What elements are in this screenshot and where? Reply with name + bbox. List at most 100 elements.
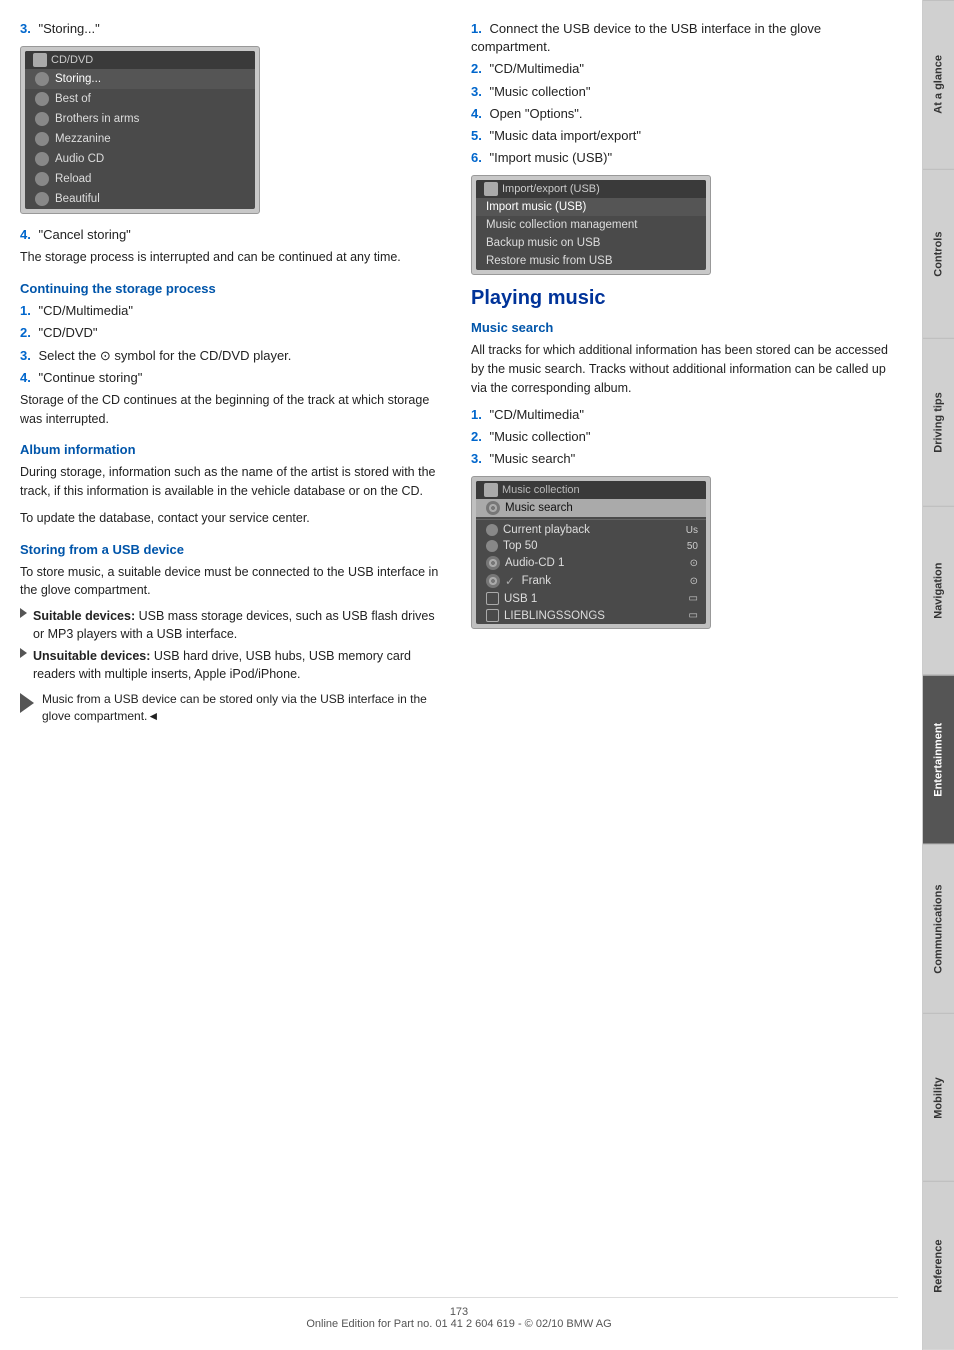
tab-label-reference: Reference xyxy=(933,1240,945,1293)
mc-title-bar: Music collection xyxy=(476,481,706,499)
step-3-text: "Storing..." xyxy=(38,21,99,36)
usb-step-4: 4. Open "Options". xyxy=(471,105,898,123)
usb-step-6-num: 6. xyxy=(471,150,482,165)
sidebar-tab-controls[interactable]: Controls xyxy=(923,169,954,338)
sidebar-tab-communications[interactable]: Communications xyxy=(923,844,954,1013)
storing-icon xyxy=(35,72,49,86)
usb-step-3-text: "Music collection" xyxy=(489,84,590,99)
mc-row-music-search[interactable]: Music search xyxy=(476,499,706,517)
music-search-title: Music search xyxy=(471,320,898,335)
usb-step-2-num: 2. xyxy=(471,61,482,76)
ms-step-3: 3. "Music search" xyxy=(471,450,898,468)
mc-audiocd1-badge: ⊙ xyxy=(690,558,698,569)
mc-row-lieblings[interactable]: LIEBLINGSSONGS ▭ xyxy=(476,607,706,624)
mc-row-audiocd1[interactable]: Audio-CD 1 ⊙ xyxy=(476,554,706,572)
mc-screen-icon xyxy=(484,483,498,497)
tab-label-driving-tips: Driving tips xyxy=(933,392,945,453)
usb-step-1-num: 1. xyxy=(471,21,482,36)
album-desc2: To update the database, contact your ser… xyxy=(20,509,447,528)
mc-disc-icon-2 xyxy=(486,556,500,570)
bestof-label: Best of xyxy=(55,93,91,105)
cd-item-mezzanine[interactable]: Mezzanine xyxy=(25,129,255,149)
usb-step-6: 6. "Import music (USB)" xyxy=(471,149,898,167)
storing-label: Storing... xyxy=(55,73,101,85)
import-title-text: Import/export (USB) xyxy=(502,183,600,195)
ms-step-3-num: 3. xyxy=(471,451,482,466)
restore-label: Restore music from USB xyxy=(486,255,613,267)
import-title-bar: Import/export (USB) xyxy=(476,180,706,198)
mc-row-top50[interactable]: Top 50 50 xyxy=(476,538,706,554)
cd-item-brothers[interactable]: Brothers in arms xyxy=(25,109,255,129)
step-3-num: 3. xyxy=(20,21,31,36)
import-item-import[interactable]: Import music (USB) xyxy=(476,198,706,216)
usb-unsuitable-text: Unsuitable devices: USB hard drive, USB … xyxy=(33,648,447,683)
import-item-collection[interactable]: Music collection management xyxy=(476,216,706,234)
edition-text: Online Edition for Part no. 01 41 2 604 … xyxy=(306,1318,611,1330)
import-item-restore[interactable]: Restore music from USB xyxy=(476,252,706,270)
usb-step-5: 5. "Music data import/export" xyxy=(471,127,898,145)
page-footer: 173 Online Edition for Part no. 01 41 2 … xyxy=(20,1297,898,1330)
step-4: 4. "Cancel storing" xyxy=(20,226,447,244)
mc-row-usb1[interactable]: USB 1 ▭ xyxy=(476,590,706,607)
music-collection-screen: Music collection Music search xyxy=(471,476,711,629)
sidebar-tab-mobility[interactable]: Mobility xyxy=(923,1013,954,1182)
cont-step-4: 4. "Continue storing" xyxy=(20,369,447,387)
usb-step-4-num: 4. xyxy=(471,106,482,121)
cont-step-3: 3. Select the ⊙ symbol for the CD/DVD pl… xyxy=(20,347,447,365)
mc-usb1-badge: ▭ xyxy=(689,593,698,604)
usb-title: Storing from a USB device xyxy=(20,542,447,557)
mc-row-frank[interactable]: ✓ Frank ⊙ xyxy=(476,572,706,590)
ms-step-2: 2. "Music collection" xyxy=(471,428,898,446)
sidebar-tab-navigation[interactable]: Navigation xyxy=(923,506,954,675)
unsuitable-bullet-icon xyxy=(20,648,27,658)
mezzanine-icon xyxy=(35,132,49,146)
usb-step-3-num: 3. xyxy=(471,84,482,99)
cd-item-audiocd[interactable]: Audio CD xyxy=(25,149,255,169)
import-export-screen: Import/export (USB) Import music (USB) M… xyxy=(471,175,711,275)
cd-item-storing[interactable]: Storing... xyxy=(25,69,255,89)
beautiful-icon xyxy=(35,192,49,206)
usb-step-1-text: Connect the USB device to the USB interf… xyxy=(471,21,821,54)
sidebar-tab-at-a-glance[interactable]: At a glance xyxy=(923,0,954,169)
mc-nav-icon-2 xyxy=(486,540,498,552)
mc-row-current[interactable]: Current playback Us xyxy=(476,522,706,538)
tab-label-mobility: Mobility xyxy=(933,1077,945,1119)
audiocd-label: Audio CD xyxy=(55,153,104,165)
audiocd-icon xyxy=(35,152,49,166)
mc-frank-text: Frank xyxy=(522,575,551,587)
usb-step-3: 3. "Music collection" xyxy=(471,83,898,101)
right-column: 1. Connect the USB device to the USB int… xyxy=(471,20,898,1277)
cont-step-1-text: "CD/Multimedia" xyxy=(38,303,132,318)
backup-label: Backup music on USB xyxy=(486,237,600,249)
sidebar-tabs: At a glance Controls Driving tips Naviga… xyxy=(922,0,954,1350)
mc-folder-icon-2 xyxy=(486,609,499,622)
cont-step-2: 2. "CD/DVD" xyxy=(20,324,447,342)
mc-audiocd1-text: Audio-CD 1 xyxy=(505,557,564,569)
usb-step-5-num: 5. xyxy=(471,128,482,143)
mc-disc-icon-3 xyxy=(486,574,500,588)
tab-label-navigation: Navigation xyxy=(933,563,945,619)
import-music-usb-label: Import music (USB) xyxy=(486,201,586,213)
sidebar-tab-entertainment[interactable]: Entertainment xyxy=(923,675,954,844)
ms-step-1-text: "CD/Multimedia" xyxy=(489,407,583,422)
sidebar-tab-reference[interactable]: Reference xyxy=(923,1181,954,1350)
usb-step-6-text: "Import music (USB)" xyxy=(489,150,612,165)
cd-item-reload[interactable]: Reload xyxy=(25,169,255,189)
album-title: Album information xyxy=(20,442,447,457)
continuing-title: Continuing the storage process xyxy=(20,281,447,296)
beautiful-label: Beautiful xyxy=(55,193,100,205)
cd-item-beautiful[interactable]: Beautiful xyxy=(25,189,255,209)
mc-disc-icon-1 xyxy=(486,501,500,515)
cd-dvd-title-text: CD/DVD xyxy=(51,54,93,66)
sidebar-tab-driving-tips[interactable]: Driving tips xyxy=(923,338,954,507)
ms-step-2-text: "Music collection" xyxy=(489,429,590,444)
mc-nav-icon-1 xyxy=(486,524,498,536)
brothers-label: Brothers in arms xyxy=(55,113,139,125)
cd-item-bestof[interactable]: Best of xyxy=(25,89,255,109)
cd-dvd-icon xyxy=(33,53,47,67)
import-item-backup[interactable]: Backup music on USB xyxy=(476,234,706,252)
playing-music-heading: Playing music xyxy=(471,287,898,310)
usb-unsuitable-item: Unsuitable devices: USB hard drive, USB … xyxy=(20,648,447,683)
usb-note-text: Music from a USB device can be stored on… xyxy=(42,691,447,725)
mc-check-icon: ✓ xyxy=(505,574,515,588)
